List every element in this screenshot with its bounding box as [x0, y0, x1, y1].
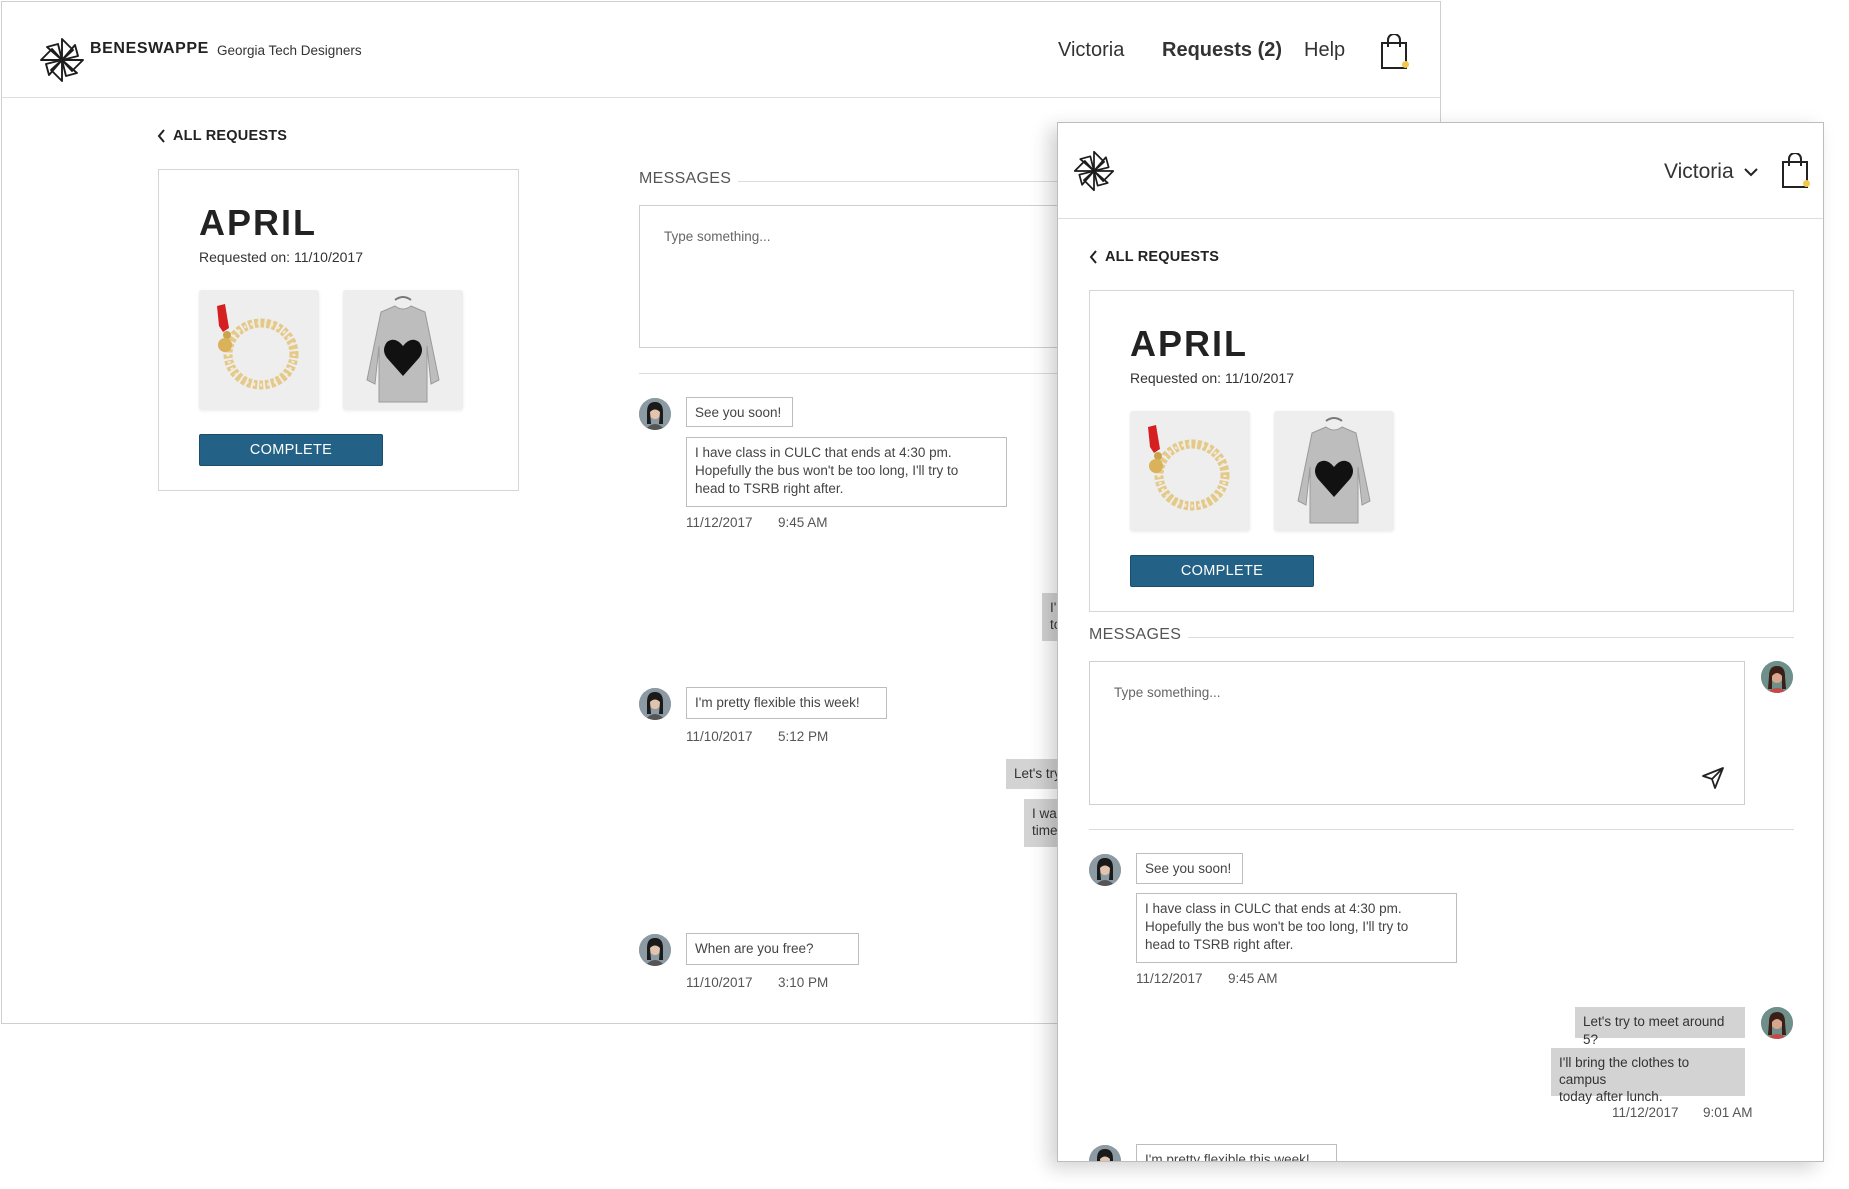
brand-name[interactable]: BENESWAPPE — [90, 40, 209, 58]
all-requests-link[interactable]: ALL REQUESTS — [1089, 249, 1219, 265]
message-line: I'll bring the clothes to campus — [1559, 1055, 1690, 1087]
message-time: 9:01 AM — [1703, 1105, 1753, 1120]
cart-icon[interactable] — [1380, 33, 1409, 70]
avatar — [639, 398, 671, 430]
message-date: 11/12/2017 — [686, 515, 753, 530]
messages-heading-rule — [1188, 637, 1794, 638]
message-date: 11/12/2017 — [1136, 971, 1203, 986]
organization-name: Georgia Tech Designers — [217, 43, 362, 58]
user-menu-label: Victoria — [1664, 160, 1734, 183]
cart-notification-dot — [1803, 180, 1810, 187]
avatar — [639, 688, 671, 720]
complete-button[interactable]: COMPLETE — [1130, 555, 1314, 587]
message-line: I have class in CULC that ends at 4:30 p… — [1145, 901, 1402, 916]
message-line: I have class in CULC that ends at 4:30 p… — [695, 445, 952, 460]
heart-sweater-thumbnail[interactable] — [343, 290, 463, 410]
request-date: Requested on: 11/10/2017 — [1130, 370, 1294, 386]
message-time: 3:10 PM — [778, 975, 829, 990]
message-date: 11/12/2017 — [1612, 1105, 1679, 1120]
message-bubble: See you soon! — [686, 397, 793, 427]
message-bubble: See you soon! — [1136, 853, 1243, 884]
avatar — [1089, 854, 1121, 886]
nav-user-link[interactable]: Victoria — [1058, 39, 1124, 62]
all-requests-label: ALL REQUESTS — [173, 128, 288, 144]
message-date: 11/10/2017 — [686, 729, 753, 744]
avatar — [1089, 1145, 1121, 1161]
messages-heading: MESSAGES — [639, 170, 732, 187]
chevron-down-icon — [1743, 167, 1758, 176]
cart-icon[interactable] — [1781, 152, 1810, 189]
nav-requests-link[interactable]: Requests (2) — [1162, 39, 1282, 62]
request-date: Requested on: 11/10/2017 — [199, 249, 363, 265]
send-icon[interactable] — [1701, 766, 1725, 795]
request-card: APRIL Requested on: 11/10/2017 COMPLETE — [1089, 290, 1794, 612]
my-avatar — [1761, 661, 1793, 693]
all-requests-link[interactable]: ALL REQUESTS — [157, 128, 287, 144]
message-time: 9:45 AM — [778, 515, 828, 530]
message-line: today after lunch. — [1559, 1089, 1663, 1104]
outgoing-message-bubble: Let's try to meet around 5? — [1575, 1007, 1745, 1047]
requester-name: APRIL — [199, 202, 317, 243]
message-bubble: I have class in CULC that ends at 4:30 p… — [1136, 893, 1457, 963]
message-bubble: When are you free? — [686, 933, 859, 965]
cart-notification-dot — [1402, 61, 1409, 68]
chevron-left-icon — [1089, 250, 1097, 264]
all-requests-label: ALL REQUESTS — [1105, 249, 1220, 265]
message-input[interactable]: Type something... — [1089, 661, 1745, 805]
message-bubble: I'm pretty flexible this week! — [686, 687, 887, 719]
outgoing-message-bubble: I'll bring the clothes to campus today a… — [1551, 1048, 1745, 1104]
chevron-left-icon — [157, 129, 165, 143]
nav-help-link[interactable]: Help — [1304, 39, 1345, 62]
user-menu-dropdown[interactable]: Victoria — [1664, 160, 1758, 184]
message-input-placeholder: Type something... — [1114, 685, 1221, 700]
avatar — [639, 934, 671, 966]
bracelet-thumbnail[interactable] — [199, 290, 319, 410]
requester-name: APRIL — [1130, 323, 1248, 364]
message-time: 5:12 PM — [778, 729, 829, 744]
my-avatar — [1761, 1007, 1793, 1039]
logo-icon[interactable] — [38, 36, 86, 84]
message-time: 9:45 AM — [1228, 971, 1278, 986]
request-card: APRIL Requested on: 11/10/2017 COMPLETE — [158, 169, 519, 491]
message-line: Hopefully the bus won't be too long, I'l… — [1145, 919, 1409, 934]
message-bubble: I'm pretty flexible this week! — [1136, 1144, 1337, 1161]
message-line: head to TSRB right after. — [1145, 937, 1294, 952]
heart-sweater-thumbnail[interactable] — [1274, 411, 1394, 531]
top-nav-bar: Victoria — [1058, 123, 1823, 219]
messages-divider — [1089, 829, 1794, 830]
message-date: 11/10/2017 — [686, 975, 753, 990]
message-line: head to TSRB right after. — [695, 481, 844, 496]
logo-icon[interactable] — [1072, 149, 1116, 193]
message-input-placeholder: Type something... — [664, 229, 771, 244]
message-bubble: I have class in CULC that ends at 4:30 p… — [686, 437, 1007, 507]
mobile-window: Victoria ALL REQUESTS APRIL Requested on… — [1057, 122, 1824, 1162]
messages-heading: MESSAGES — [1089, 626, 1182, 643]
top-nav-bar: BENESWAPPE Georgia Tech Designers Victor… — [2, 2, 1440, 98]
complete-button[interactable]: COMPLETE — [199, 434, 383, 466]
message-line: Hopefully the bus won't be too long, I'l… — [695, 463, 959, 478]
bracelet-thumbnail[interactable] — [1130, 411, 1250, 531]
